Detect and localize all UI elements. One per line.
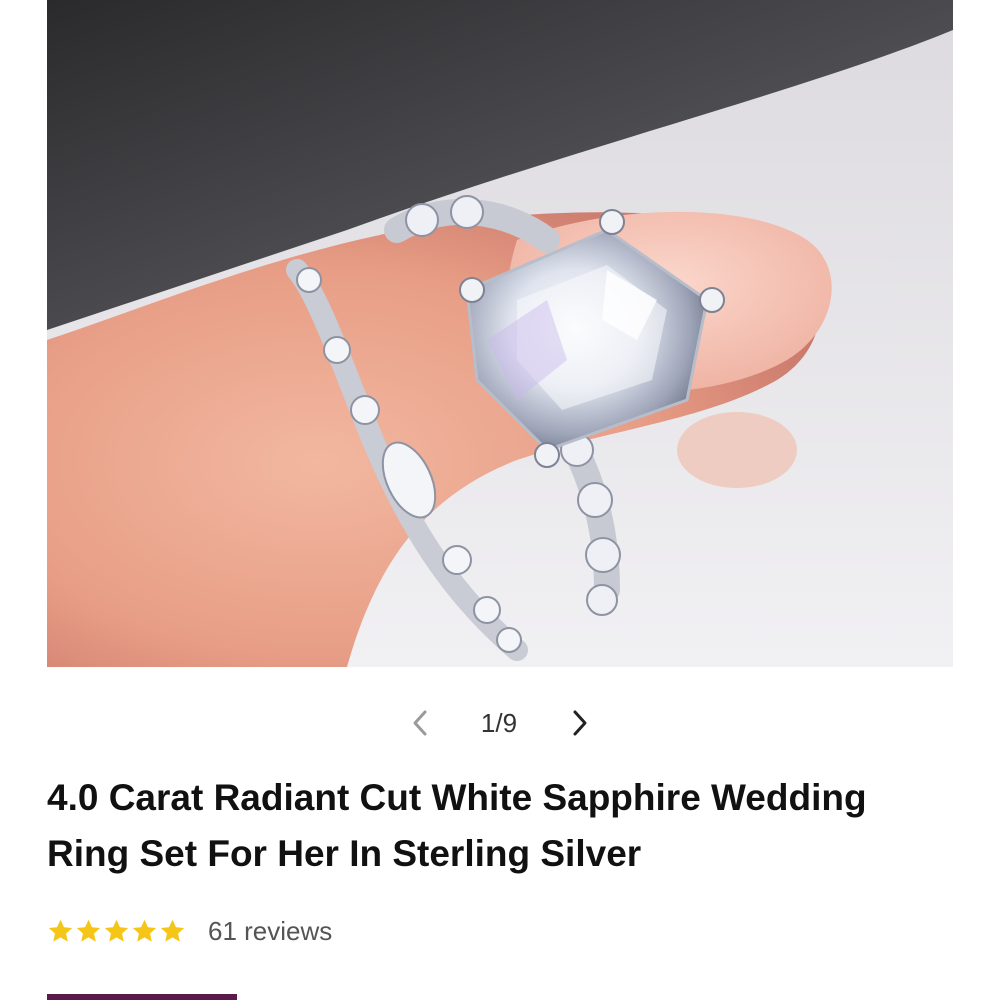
chevron-right-icon: [573, 710, 587, 736]
chevron-left-icon: [413, 710, 427, 736]
star-icon: [104, 919, 129, 942]
product-image[interactable]: [47, 0, 953, 667]
image-pager: 1/9: [0, 700, 1000, 746]
product-title: 4.0 Carat Radiant Cut White Sapphire Wed…: [47, 777, 867, 874]
product-page: 1/9 4.0 Carat Radiant Cut White Sapphire…: [0, 0, 1000, 1000]
rating-row: 61 reviews: [47, 910, 332, 952]
add-to-cart-button-edge[interactable]: [47, 994, 237, 1000]
star-rating: [47, 918, 186, 945]
next-image-button[interactable]: [565, 706, 595, 740]
star-icon: [160, 919, 185, 942]
ring-photo: [47, 0, 953, 667]
reviews-link[interactable]: 61 reviews: [208, 910, 332, 952]
star-icon: [132, 919, 157, 942]
star-icon: [48, 919, 73, 942]
image-counter: 1/9: [480, 708, 518, 738]
star-icon: [76, 919, 101, 942]
prev-image-button[interactable]: [405, 706, 435, 740]
